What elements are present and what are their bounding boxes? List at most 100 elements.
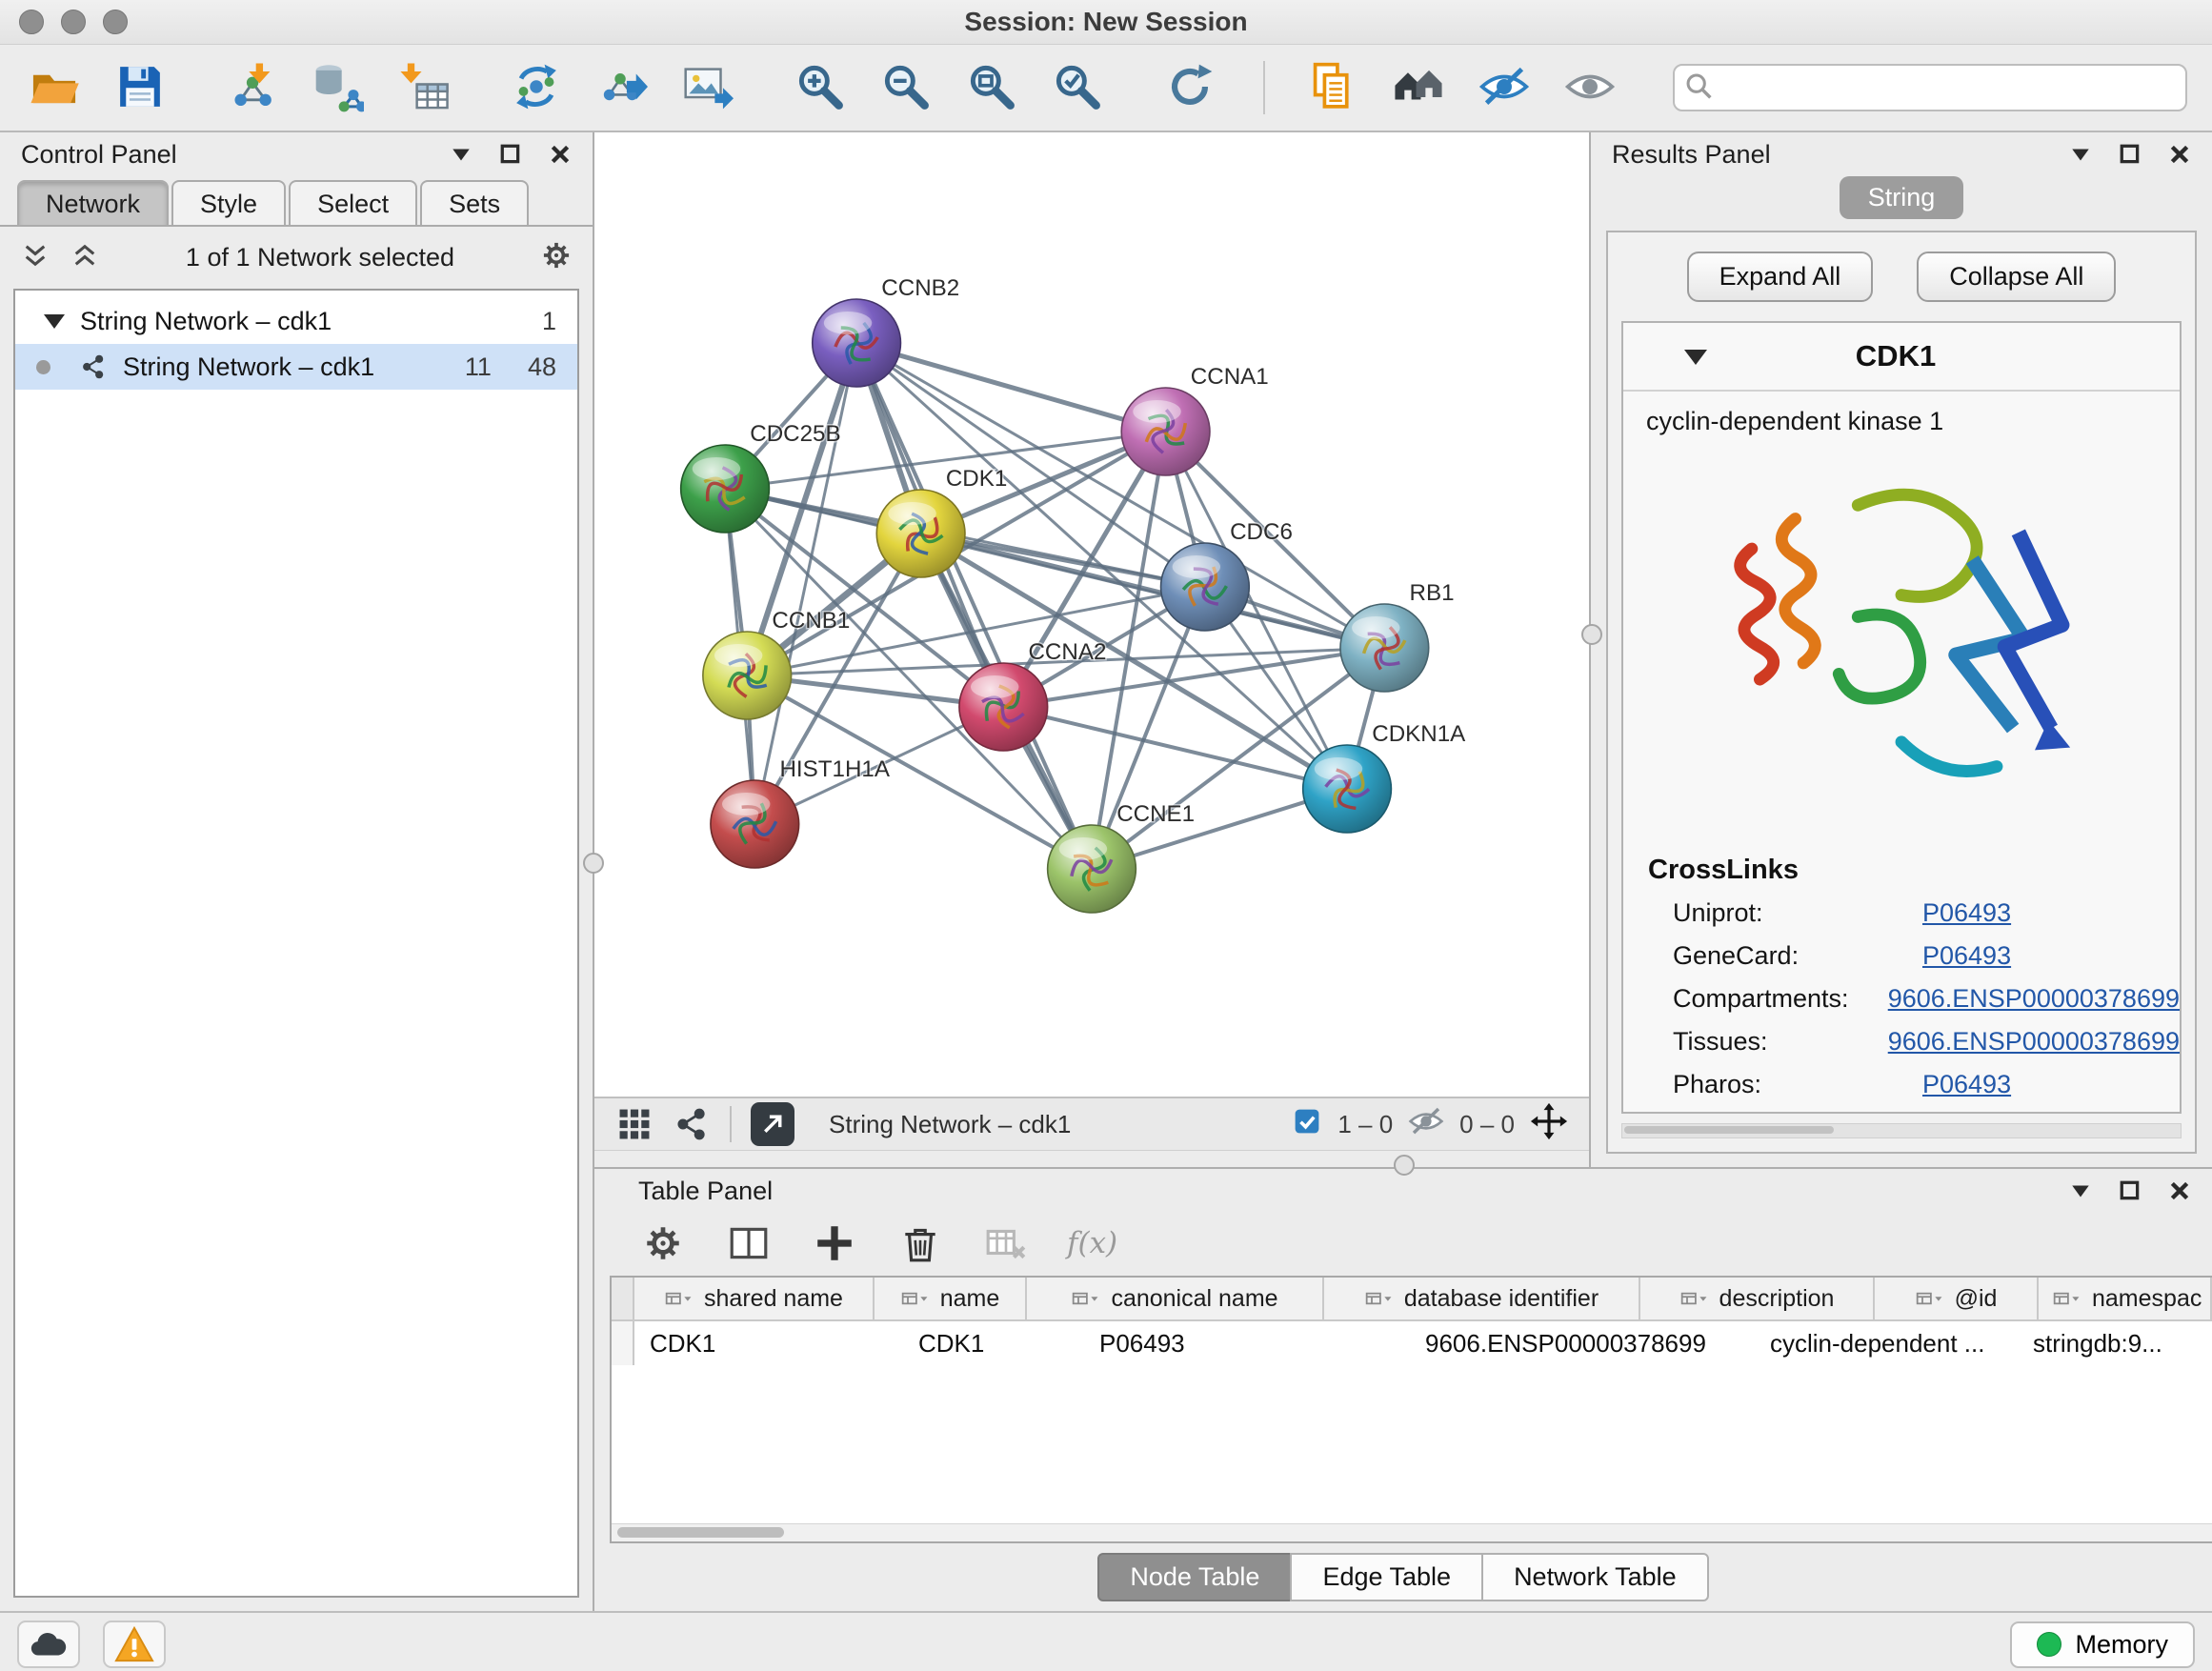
network-node-CDKN1A[interactable] [1303,745,1392,833]
tab-network[interactable]: Network [17,180,169,227]
tab-select[interactable]: Select [289,180,417,227]
network-node-CCNB1[interactable] [703,632,792,719]
table-horizontal-scrollbar[interactable] [612,1523,2212,1541]
crosslink-value-link[interactable]: P06493 [1922,898,2011,928]
network-overview-button[interactable] [673,1105,711,1143]
hide-unhide-button[interactable] [1475,57,1534,118]
network-node-RB1[interactable] [1340,604,1429,692]
selected-checkbox-icon[interactable] [1292,1106,1322,1143]
maximize-panel-icon[interactable] [499,143,522,166]
expand-all-button[interactable]: Expand All [1687,252,1874,302]
maximize-panel-icon[interactable] [2119,1179,2142,1202]
function-builder-button[interactable]: f(x) [1067,1226,1117,1260]
column-options-icon[interactable] [900,1290,931,1307]
tab-style[interactable]: Style [171,180,286,227]
network-node-HIST1H1A[interactable] [711,780,799,868]
refresh-view-button[interactable] [1160,57,1219,118]
network-node-CDC6[interactable] [1161,543,1250,631]
float-panel-icon[interactable] [450,143,473,166]
tab-edge-table[interactable]: Edge Table [1290,1553,1483,1601]
network-node-CDC25B[interactable] [681,445,770,533]
close-panel-icon[interactable] [549,143,572,166]
network-node-CCNA2[interactable] [959,663,1048,751]
cloud-button[interactable] [17,1621,80,1668]
close-panel-icon[interactable] [2168,143,2191,166]
column-options-icon[interactable] [1071,1290,1101,1307]
open-session-button[interactable] [25,57,84,118]
move-view-icon[interactable] [1530,1102,1568,1147]
scrollbar-thumb[interactable] [1624,1126,1834,1134]
crosslink-value-link[interactable]: 9606.ENSP00000378699 [1888,984,2180,1014]
zoom-out-button[interactable] [876,57,935,118]
column-options-icon[interactable] [664,1290,694,1307]
table-cell[interactable]: 9606.ENSP00000378699 [1410,1321,1755,1365]
home-layout-button[interactable] [1389,57,1448,118]
column-header-name[interactable]: name [875,1278,1027,1319]
crosslink-value-link[interactable]: P06493 [1922,1070,2011,1099]
maximize-panel-icon[interactable] [2119,143,2142,166]
zoom-fit-button[interactable] [962,57,1021,118]
column-header--id[interactable]: @id [1875,1278,2039,1319]
crosslink-value-link[interactable]: 9606.ENSP00000378699 [1888,1027,2180,1057]
show-columns-button[interactable] [724,1218,774,1268]
table-cell[interactable]: CDK1 [903,1321,1084,1365]
row-selector-gutter[interactable] [612,1321,634,1365]
network-node-CCNB2[interactable] [813,299,901,387]
bottom-splitter-handle[interactable] [1394,1155,1415,1176]
column-header-namespac[interactable]: namespac [2039,1278,2212,1319]
import-network-from-file-button[interactable] [223,57,282,118]
zoom-in-button[interactable] [791,57,850,118]
network-name[interactable]: String Network – cdk1 [123,352,374,382]
network-collection-row[interactable]: String Network – cdk11 [15,298,577,344]
network-name[interactable]: String Network – cdk1 [80,307,332,336]
open-in-new-window-button[interactable] [751,1102,794,1146]
close-panel-icon[interactable] [2168,1179,2191,1202]
show-panel-button[interactable] [1560,57,1619,118]
search-input[interactable] [1673,64,2187,111]
expander-icon[interactable] [44,314,65,339]
column-options-icon[interactable] [1679,1290,1710,1307]
traffic-light-close[interactable] [19,10,44,34]
import-network-from-database-button[interactable] [309,57,368,118]
network-node-CCNA1[interactable] [1121,388,1210,475]
network-row[interactable]: String Network – cdk11148 [15,344,577,390]
traffic-light-zoom[interactable] [103,10,128,34]
birds-eye-view-button[interactable] [615,1105,654,1143]
zoom-selected-button[interactable] [1048,57,1107,118]
column-options-icon[interactable] [1915,1290,1945,1307]
table-row[interactable]: CDK1CDK1P064939606.ENSP00000378699cyclin… [612,1321,2212,1365]
network-node-CCNE1[interactable] [1048,825,1136,913]
network-node-CDK1[interactable] [876,490,965,577]
column-header-canonical-name[interactable]: canonical name [1027,1278,1324,1319]
collapse-all-button[interactable]: Collapse All [1917,252,2116,302]
hidden-eye-icon[interactable] [1408,1103,1444,1146]
add-column-button[interactable] [810,1218,859,1268]
left-splitter-handle[interactable] [583,853,604,874]
tab-sets[interactable]: Sets [420,180,529,227]
warnings-button[interactable] [103,1621,166,1668]
column-header-database-identifier[interactable]: database identifier [1324,1278,1640,1319]
export-network-button[interactable] [593,57,652,118]
table-cell[interactable]: P06493 [1084,1321,1410,1365]
import-table-from-file-button[interactable] [394,57,453,118]
crosslink-value-link[interactable]: P06493 [1922,941,2011,971]
column-options-icon[interactable] [1364,1290,1395,1307]
traffic-light-minimize[interactable] [61,10,86,34]
column-options-icon[interactable] [2052,1290,2082,1307]
tab-string[interactable]: String [1840,176,1964,219]
float-panel-icon[interactable] [2069,1179,2092,1202]
results-horizontal-scrollbar[interactable] [1621,1123,2182,1138]
new-network-button[interactable] [507,57,566,118]
float-panel-icon[interactable] [2069,143,2092,166]
tab-node-table[interactable]: Node Table [1097,1553,1292,1601]
copy-document-button[interactable] [1303,57,1362,118]
column-header-shared-name[interactable]: shared name [634,1278,875,1319]
export-image-button[interactable] [678,57,737,118]
tab-network-table[interactable]: Network Table [1481,1553,1709,1601]
expand-all-icon[interactable] [69,239,101,276]
memory-button[interactable]: Memory [2010,1621,2195,1668]
scrollbar-thumb[interactable] [617,1527,784,1538]
network-options-gear-icon[interactable] [539,238,573,277]
table-cell[interactable]: cyclin-dependent ... [1755,1321,2018,1365]
column-header-description[interactable]: description [1640,1278,1875,1319]
